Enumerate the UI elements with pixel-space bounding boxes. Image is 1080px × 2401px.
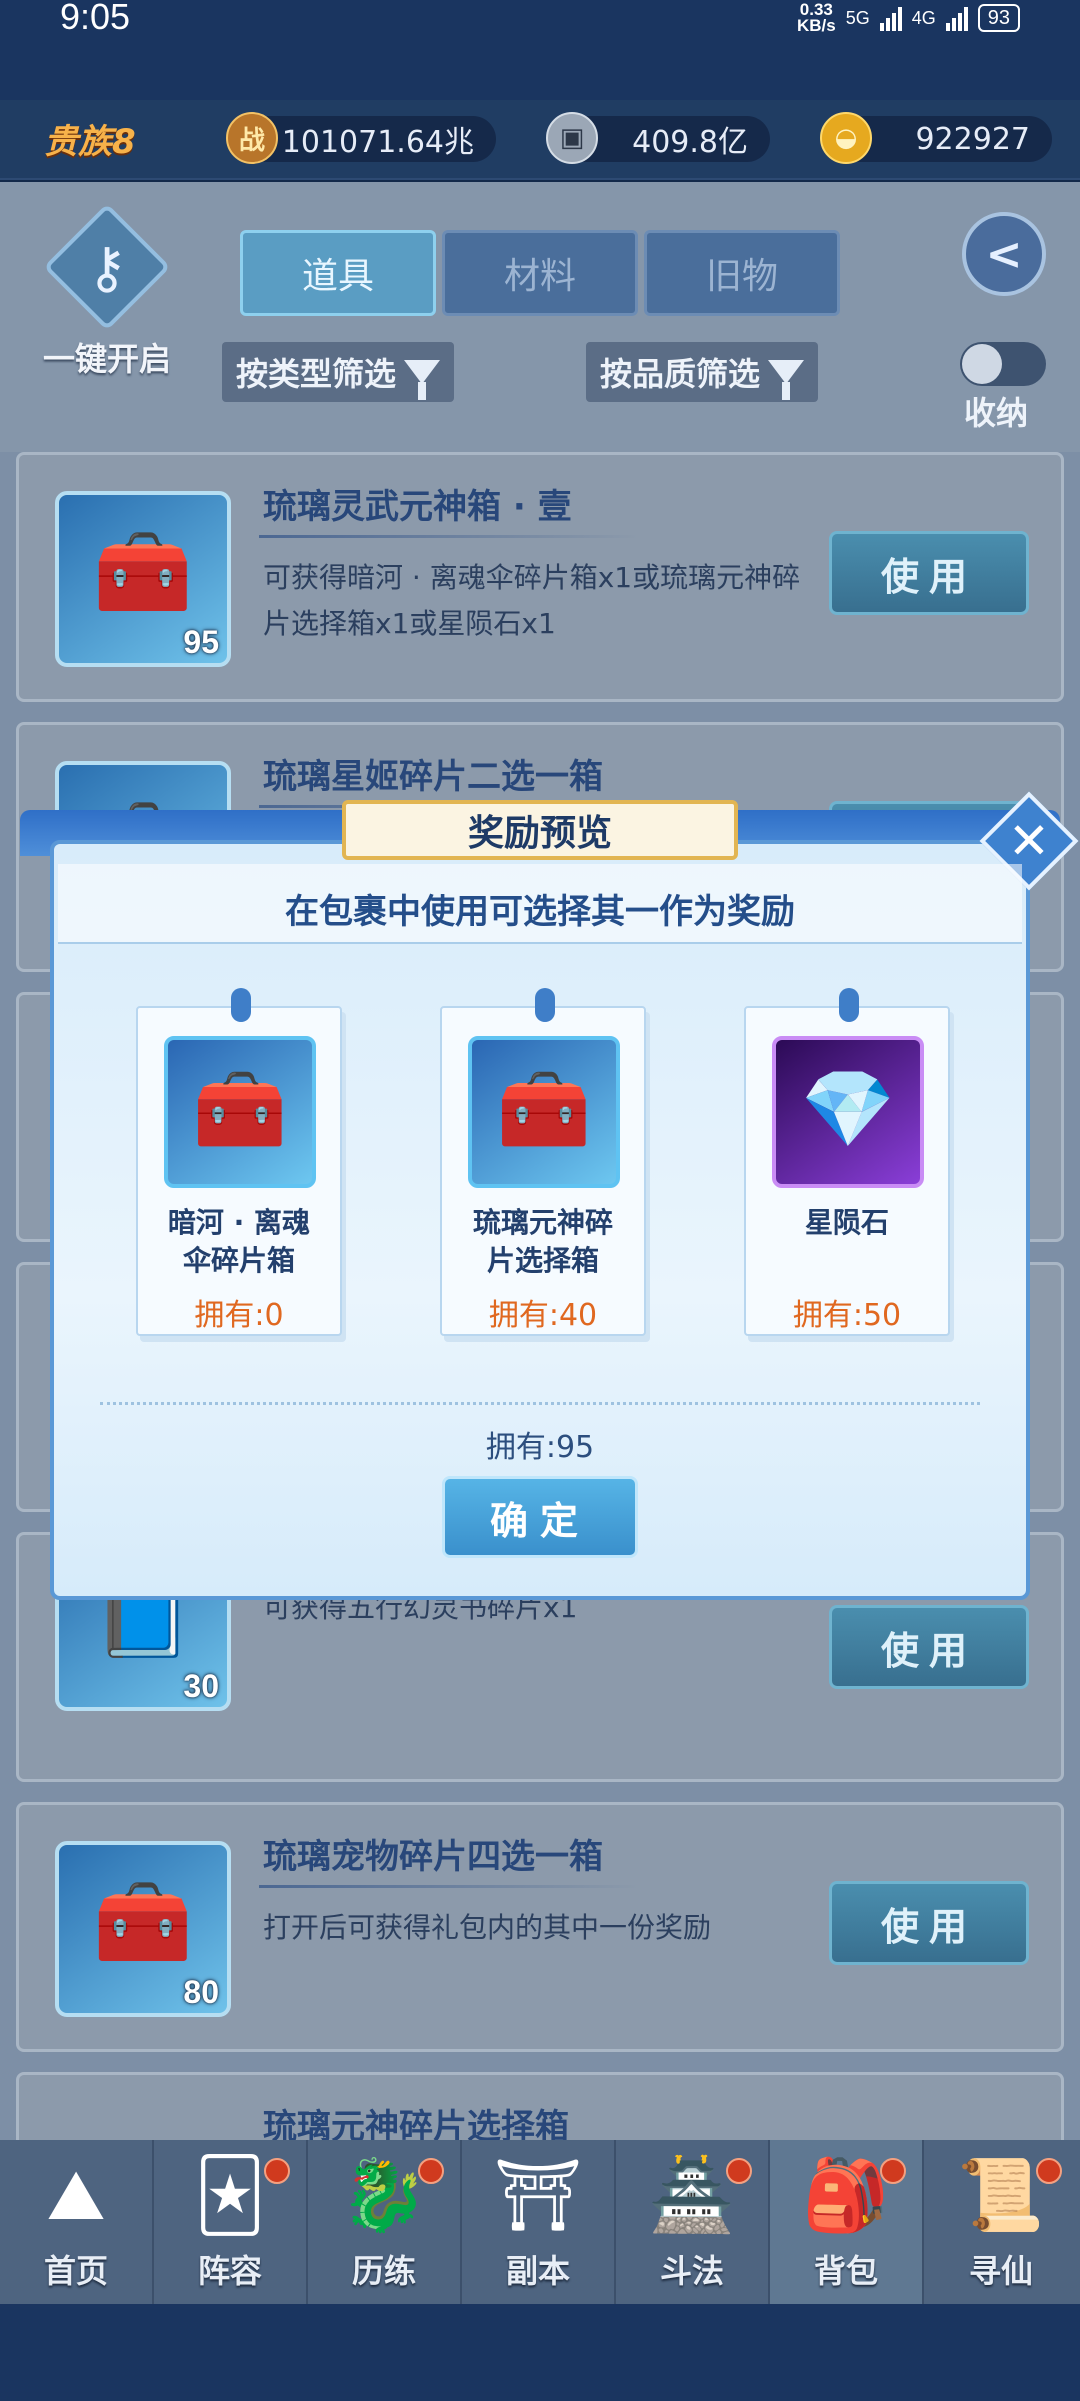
key-icon: ⚷	[86, 236, 128, 301]
status-time: 9:05	[60, 0, 131, 37]
gate-icon: ⛩	[493, 2154, 583, 2236]
reward-card[interactable]: 🧰 琉璃元神碎 片选择箱 拥有:40	[440, 988, 646, 1336]
dialog-title: 奖励预览	[342, 800, 738, 860]
crystal-icon: 💎	[800, 1064, 896, 1153]
nav-backpack[interactable]: 🎒 背包	[770, 2140, 924, 2304]
signal-icon-2	[945, 5, 968, 31]
nav-seek-immortal[interactable]: 📜 寻仙	[924, 2140, 1078, 2304]
nav-training[interactable]: 🐉 历练	[308, 2140, 462, 2304]
funnel-icon	[404, 360, 441, 400]
nav-battle[interactable]: 🏯 斗法	[616, 2140, 770, 2304]
sim1-label: 5G	[845, 8, 870, 28]
nav-lineup[interactable]: 🃏 阵容	[154, 2140, 308, 2304]
power-icon: 战	[226, 112, 278, 164]
treasure-chest-icon: 🧰	[496, 1064, 592, 1153]
net-speed: 0.33 KB/s	[796, 0, 836, 35]
reward-preview-dialog: 奖励预览 ✕ 在包裹中使用可选择其一作为奖励 🧰 暗河 · 离魂 伞碎片箱 拥有…	[20, 791, 1079, 1600]
reward-name: 琉璃元神碎 片选择箱	[472, 1206, 613, 1277]
reward-icon: 🧰	[164, 1036, 316, 1188]
item-desc: 打开后可获得礼包内的其中一份奖励	[263, 1911, 712, 1944]
item-name: 琉璃宠物碎片四选一箱	[263, 1837, 603, 1877]
notification-dot	[1036, 2158, 1062, 2184]
item-icon[interactable]: 🧰 95	[55, 491, 231, 667]
item-name: 琉璃星姬碎片二选一箱	[263, 757, 603, 797]
confirm-button[interactable]: 确定	[442, 1476, 638, 1558]
reward-name: 暗河 · 离魂 伞碎片箱	[167, 1206, 311, 1277]
pin-icon	[231, 988, 251, 1022]
dialog-subtitle: 在包裹中使用可选择其一作为奖励	[285, 892, 795, 932]
currency-bar: 贵族8 战 101071.64兆 ▣ 409.8亿 ◒ 922927	[0, 100, 1080, 180]
pin-icon	[839, 988, 859, 1022]
one-key-open-button[interactable]: ⚷ 一键开启	[32, 203, 182, 382]
reward-card[interactable]: 💎 星陨石 拥有:50	[744, 988, 950, 1336]
reward-icon: 💎	[772, 1036, 924, 1188]
use-button[interactable]: 使用	[829, 531, 1029, 615]
treasure-chest-icon: 🧰	[192, 1064, 288, 1153]
nav-dungeon[interactable]: ⛩ 副本	[462, 2140, 616, 2304]
notification-dot	[726, 2158, 752, 2184]
mountain-icon: ⛰	[46, 2154, 106, 2236]
reward-owned: 拥有:40	[488, 1298, 598, 1333]
reward-name: 星陨石	[804, 1206, 889, 1239]
reward-owned: 拥有:0	[194, 1298, 284, 1333]
tab-relics[interactable]: 旧物	[644, 230, 840, 316]
item-name: 琉璃灵武元神箱 · 壹	[263, 487, 572, 527]
funnel-icon	[768, 360, 805, 400]
coin-icon: ▣	[546, 112, 598, 164]
list-item: 🧰 95 琉璃灵武元神箱 · 壹 可获得暗河 · 离魂伞碎片箱x1或琉璃元神碎片选…	[16, 452, 1064, 702]
treasure-chest-icon: 🧰	[93, 525, 193, 618]
reward-card[interactable]: 🧰 暗河 · 离魂 伞碎片箱 拥有:0	[136, 988, 342, 1336]
bottom-nav: ⛰ 首页 🃏 阵容 🐉 历练 ⛩ 副本 🏯 斗法 🎒 背包 📜 寻仙	[0, 2140, 1080, 2304]
status-bar: 9:05 0.33 KB/s 5G 4G 93	[0, 0, 1080, 100]
silver-coins: ▣ 409.8亿	[546, 112, 770, 164]
notification-dot	[880, 2158, 906, 2184]
system-nav-area	[0, 2304, 1080, 2401]
filter-by-quality-button[interactable]: 按品质筛选	[586, 342, 819, 402]
notification-dot	[264, 2158, 290, 2184]
nav-home[interactable]: ⛰ 首页	[0, 2140, 154, 2304]
use-button[interactable]: 使用	[829, 1605, 1029, 1689]
item-desc: 可获得暗河 · 离魂伞碎片箱x1或琉璃元神碎片选择箱x1或星陨石x1	[263, 561, 801, 640]
filter-by-type-button[interactable]: 按类型筛选	[222, 342, 455, 402]
item-icon[interactable]: 🧰 80	[55, 1841, 231, 2017]
status-indicators: 0.33 KB/s 5G 4G 93	[796, 0, 1020, 35]
use-button[interactable]: 使用	[829, 1881, 1029, 1965]
tab-materials[interactable]: 材料	[442, 230, 638, 316]
combat-power: 战 101071.64兆	[226, 112, 496, 164]
vip-level[interactable]: 贵族8	[44, 114, 136, 163]
sim2-label: 4G	[911, 8, 936, 28]
owned-total: 拥有:95	[485, 1430, 595, 1465]
ingot-icon: ◒	[820, 112, 872, 164]
list-item: 琉璃元神碎片选择箱	[16, 2072, 1064, 2147]
backpack-header: ⚷ 一键开启 道具 材料 旧物 < 按类型筛选 按品质筛选 收纳	[0, 182, 1080, 452]
back-button[interactable]: <	[962, 212, 1046, 296]
collapse-label: 收纳	[964, 394, 1029, 432]
list-item: 🧰 80 琉璃宠物碎片四选一箱 打开后可获得礼包内的其中一份奖励 使用	[16, 1802, 1064, 2052]
battery-icon: 93	[977, 4, 1020, 32]
tab-items[interactable]: 道具	[240, 230, 436, 316]
pin-icon	[535, 988, 555, 1022]
gold-ingots: ◒ 922927	[820, 112, 1052, 164]
signal-icon	[879, 5, 902, 31]
notification-dot	[418, 2158, 444, 2184]
collapse-toggle[interactable]	[960, 342, 1046, 386]
back-arrow-icon: <	[985, 228, 1023, 280]
treasure-chest-icon: 🧰	[93, 1875, 193, 1968]
close-icon: ✕	[1008, 812, 1050, 870]
reward-owned: 拥有:50	[792, 1298, 902, 1333]
reward-icon: 🧰	[468, 1036, 620, 1188]
